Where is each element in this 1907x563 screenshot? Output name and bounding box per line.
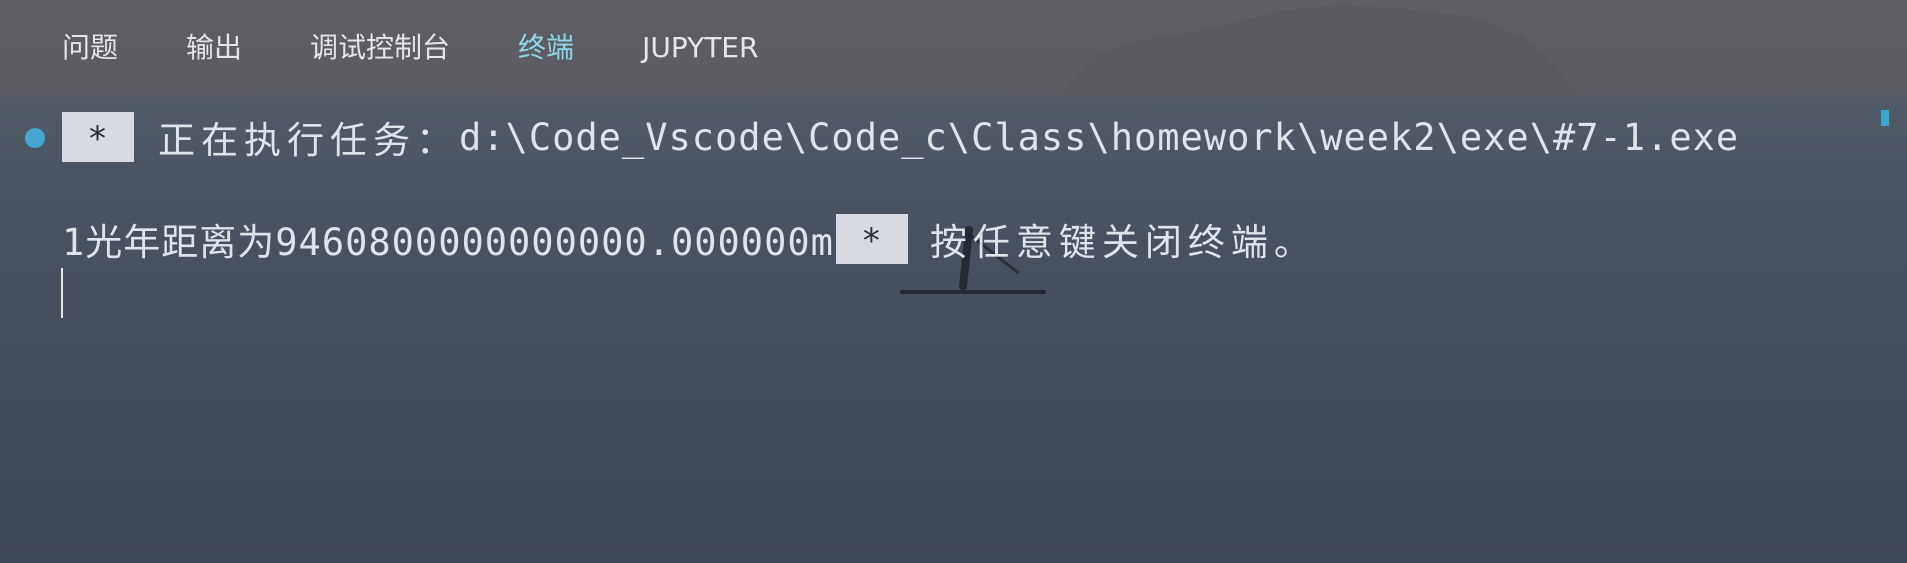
output-line: 1光年距离为9460800000000000.000000m * 按任意键关闭终…	[62, 211, 1317, 267]
tab-problems[interactable]: 问题	[62, 0, 118, 96]
close-prompt-text: 按任意键关闭终端。	[929, 221, 1317, 264]
tab-jupyter[interactable]: JUPYTER	[642, 0, 758, 96]
tab-terminal[interactable]: 终端	[518, 0, 574, 96]
tab-output[interactable]: 输出	[186, 0, 242, 96]
task-prefix-text: 正在执行任务：	[158, 119, 459, 162]
close-marker-badge: *	[835, 214, 908, 264]
task-path-text: d:\Code_Vscode\Code_c\Class\homework\wee…	[459, 115, 1740, 159]
task-line: * 正在执行任务： d:\Code_Vscode\Code_c\Class\ho…	[62, 109, 1739, 165]
terminal-output[interactable]: * 正在执行任务： d:\Code_Vscode\Code_c\Class\ho…	[0, 96, 1907, 563]
tab-debug-console[interactable]: 调试控制台	[310, 0, 450, 96]
program-output-text: 1光年距离为9460800000000000.000000m	[62, 221, 834, 264]
task-status-icon	[25, 128, 45, 148]
scrollbar-marker[interactable]	[1881, 110, 1889, 126]
task-marker-badge: *	[62, 112, 134, 162]
panel-tab-bar: 问题 输出 调试控制台 终端 JUPYTER	[0, 0, 1907, 96]
text-cursor	[61, 268, 63, 318]
